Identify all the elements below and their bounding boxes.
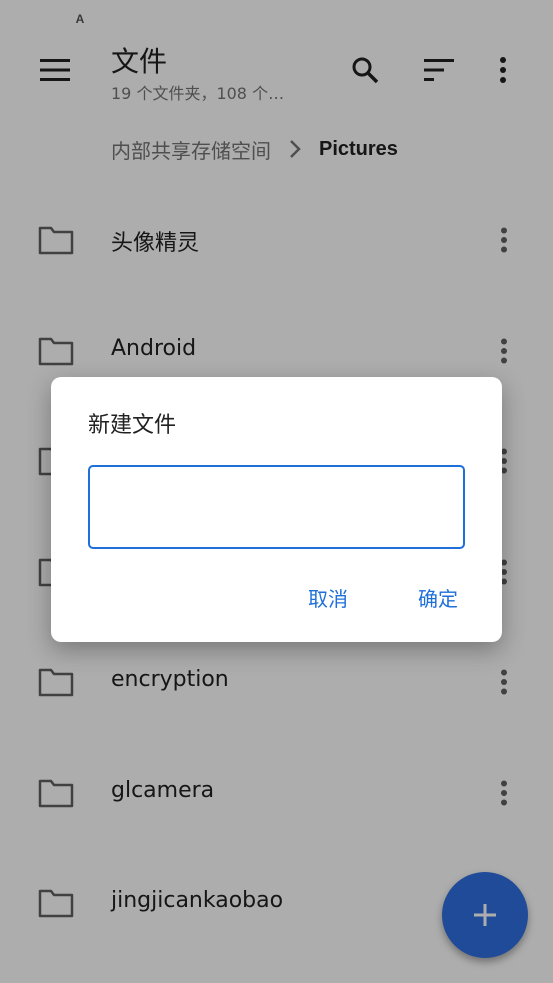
file-name-input[interactable]: [88, 465, 465, 549]
cancel-button[interactable]: 取消: [308, 583, 348, 612]
confirm-button[interactable]: 确定: [418, 583, 458, 612]
new-file-dialog: 新建文件 取消 确定: [51, 377, 502, 642]
dialog-title: 新建文件: [88, 413, 177, 438]
file-manager-screen: 4:51 A 文件 19 个文件夹，108 个… 内部共享存储空间 Pictur…: [0, 0, 553, 983]
